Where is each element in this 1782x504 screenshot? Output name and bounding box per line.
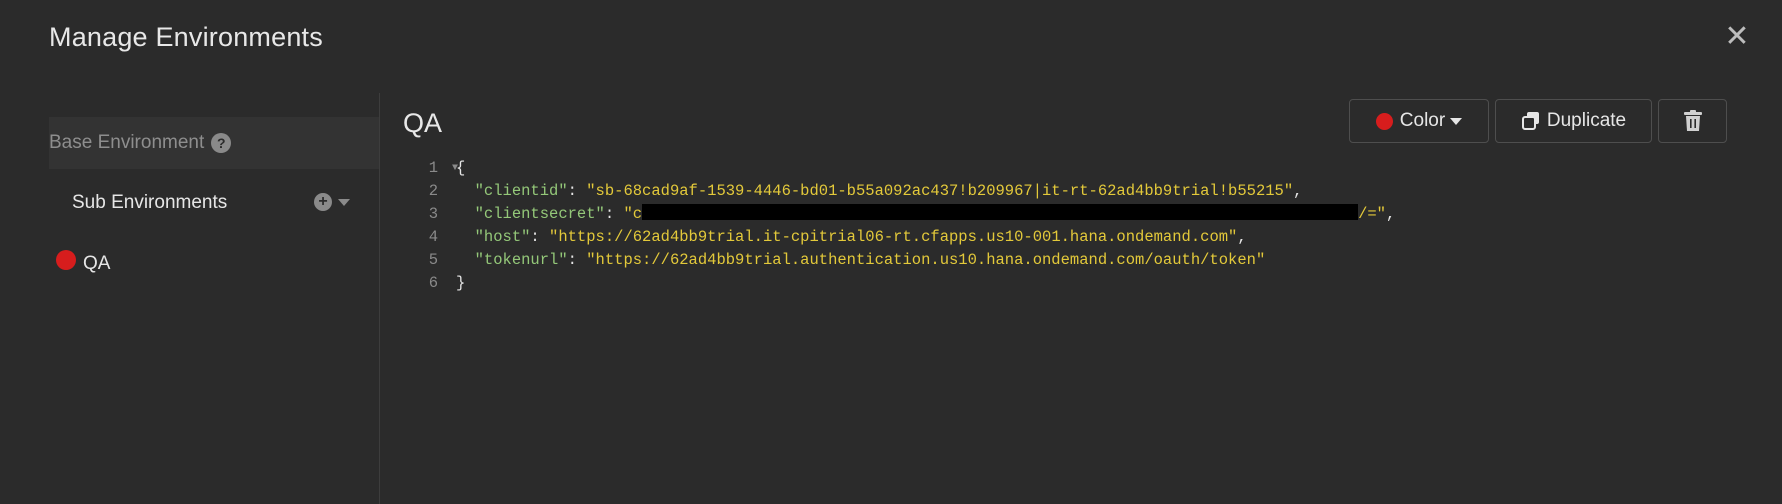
chevron-down-icon[interactable] (338, 198, 350, 206)
modal-title: Manage Environments (49, 22, 323, 52)
duplicate-button-label: Duplicate (1546, 110, 1627, 131)
json-key: "clientid" (474, 182, 568, 200)
code-line: 3 "clientsecret": "c/=", (410, 203, 1742, 226)
line-number: 1 (428, 159, 438, 177)
color-button[interactable]: Color (1349, 99, 1489, 143)
delete-button[interactable] (1658, 99, 1727, 143)
code-line: 1 ▼ { (410, 157, 1742, 180)
json-value-suffix: /=" (1358, 205, 1386, 223)
code-line: 2 "clientid": "sb-68cad9af-1539-4446-bd0… (410, 180, 1742, 203)
json-key: "clientsecret" (474, 205, 605, 223)
duplicate-button[interactable]: Duplicate (1495, 99, 1652, 143)
help-icon[interactable]: ? (211, 133, 232, 153)
sub-environment-actions[interactable]: + (314, 193, 350, 211)
sub-environments-label: Sub Environments (72, 192, 228, 213)
chevron-down-icon (1450, 117, 1463, 125)
color-button-label: Color (1399, 110, 1446, 131)
code-line: 4 "host": "https://62ad4bb9trial.it-cpit… (410, 226, 1742, 249)
environment-item-qa[interactable]: QA (56, 250, 111, 275)
color-swatch-icon (1375, 112, 1393, 130)
add-circle-icon[interactable]: + (314, 193, 332, 211)
json-key: "host" (474, 228, 531, 246)
environment-color-dot (56, 250, 76, 270)
environment-toolbar: Color Duplicate (1349, 99, 1727, 143)
line-number: 6 (428, 274, 438, 292)
close-icon[interactable]: ✕ (1720, 20, 1754, 54)
json-value: "https://62ad4bb9trial.authentication.us… (586, 251, 1266, 269)
json-key: "tokenurl" (474, 251, 568, 269)
line-number: 2 (428, 182, 438, 200)
trash-icon (1683, 110, 1702, 131)
redaction-bar (642, 204, 1359, 221)
close-brace: } (456, 274, 466, 292)
line-number: 3 (428, 205, 438, 223)
line-number: 5 (428, 251, 438, 269)
fold-caret-icon[interactable]: ▼ (452, 157, 458, 180)
code-line: 5 "tokenurl": "https://62ad4bb9trial.aut… (410, 249, 1742, 272)
base-environment-label: Base Environment (49, 132, 205, 153)
json-value: "sb-68cad9af-1539-4446-bd01-b55a092ac437… (586, 182, 1294, 200)
copy-icon (1521, 112, 1539, 130)
sidebar: Base Environment ? Sub Environments + QA (0, 93, 380, 504)
line-number: 4 (428, 228, 438, 246)
json-editor[interactable]: 1 ▼ { 2 "clientid": "sb-68cad9af-1539-44… (410, 157, 1742, 295)
base-environment-item[interactable]: Base Environment ? (49, 117, 379, 169)
json-value-prefix: "c (623, 205, 643, 223)
code-line: 6 } (410, 272, 1742, 295)
json-value: "https://62ad4bb9trial.it-cpitrial06-rt.… (549, 228, 1238, 246)
sub-environments-header: Sub Environments + (72, 191, 362, 215)
environment-item-label: QA (83, 253, 111, 274)
environment-title[interactable]: QA (403, 108, 442, 139)
